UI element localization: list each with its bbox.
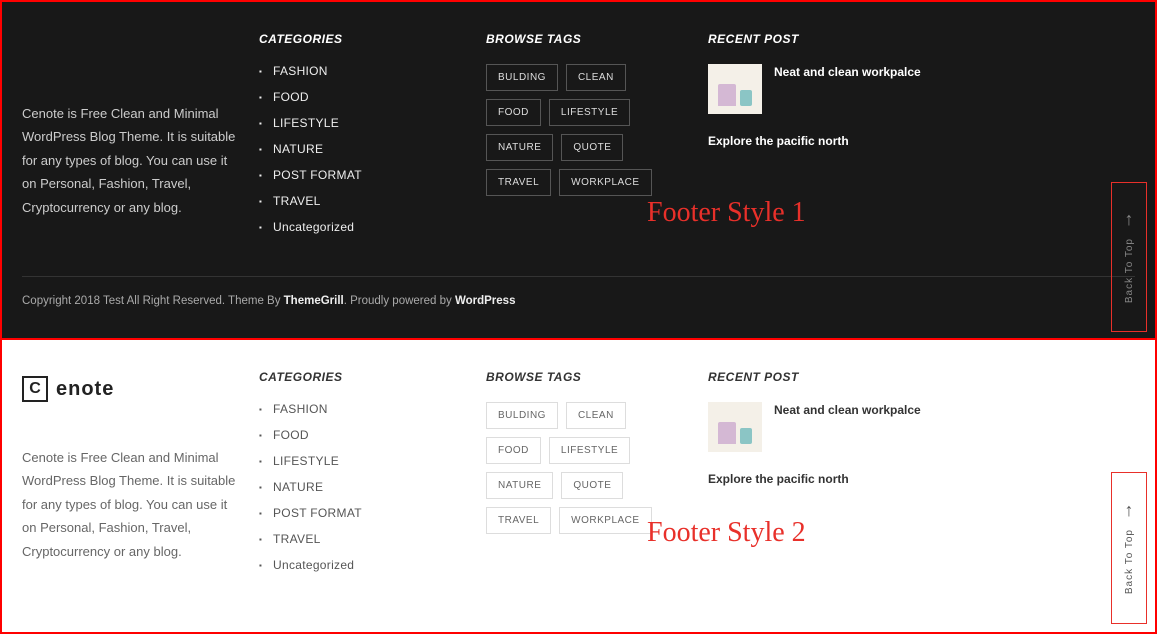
tag-link[interactable]: QUOTE: [561, 472, 623, 499]
tag-link[interactable]: BULDING: [486, 402, 558, 429]
about-column: C enote Cenote is Free Clean and Minimal…: [22, 370, 237, 584]
tag-link[interactable]: QUOTE: [561, 134, 623, 161]
categories-column: CATEGORIES FASHION FOOD LIFESTYLE NATURE…: [259, 370, 464, 584]
tag-link[interactable]: TRAVEL: [486, 169, 551, 196]
category-item[interactable]: NATURE: [259, 480, 464, 494]
about-column: Cenote is Free Clean and Minimal WordPre…: [22, 32, 237, 246]
tag-link[interactable]: CLEAN: [566, 64, 626, 91]
post-thumbnail: [708, 64, 762, 114]
back-to-top-button[interactable]: ↑ Back To Top: [1111, 472, 1147, 624]
recent-title: RECENT POST: [708, 32, 958, 46]
tag-link[interactable]: TRAVEL: [486, 507, 551, 534]
post-title: Neat and clean workpalce: [774, 64, 921, 81]
post-title: Neat and clean workpalce: [774, 402, 921, 419]
back-to-top-label: Back To Top: [1124, 238, 1135, 303]
tag-link[interactable]: FOOD: [486, 99, 541, 126]
category-item[interactable]: Uncategorized: [259, 558, 464, 572]
tags-column: BROWSE TAGS BULDING CLEAN FOOD LIFESTYLE…: [486, 370, 686, 584]
arrow-up-icon: ↑: [1125, 501, 1134, 519]
category-item[interactable]: POST FORMAT: [259, 168, 464, 182]
about-text: Cenote is Free Clean and Minimal WordPre…: [22, 102, 237, 219]
category-item[interactable]: Uncategorized: [259, 220, 464, 234]
post-title[interactable]: Explore the pacific north: [708, 134, 958, 148]
logo-placeholder: [22, 32, 237, 102]
tag-link[interactable]: CLEAN: [566, 402, 626, 429]
tag-link[interactable]: FOOD: [486, 437, 541, 464]
footer-style-2: C enote Cenote is Free Clean and Minimal…: [2, 340, 1155, 632]
recent-column: RECENT POST Neat and clean workpalce Exp…: [708, 370, 958, 584]
copyright-text: Copyright 2018 Test All Right Reserved. …: [22, 295, 1135, 307]
tag-link[interactable]: LIFESTYLE: [549, 437, 630, 464]
categories-list: FASHION FOOD LIFESTYLE NATURE POST FORMA…: [259, 64, 464, 234]
categories-list: FASHION FOOD LIFESTYLE NATURE POST FORMA…: [259, 402, 464, 572]
about-text: Cenote is Free Clean and Minimal WordPre…: [22, 446, 237, 563]
categories-title: CATEGORIES: [259, 370, 464, 384]
footer-style-1: Cenote is Free Clean and Minimal WordPre…: [2, 2, 1155, 340]
category-item[interactable]: POST FORMAT: [259, 506, 464, 520]
recent-column: RECENT POST Neat and clean workpalce Exp…: [708, 32, 958, 246]
category-item[interactable]: FOOD: [259, 428, 464, 442]
tag-link[interactable]: LIFESTYLE: [549, 99, 630, 126]
arrow-up-icon: ↑: [1125, 210, 1134, 228]
category-item[interactable]: LIFESTYLE: [259, 454, 464, 468]
tags-title: BROWSE TAGS: [486, 32, 686, 46]
tags-title: BROWSE TAGS: [486, 370, 686, 384]
categories-column: CATEGORIES FASHION FOOD LIFESTYLE NATURE…: [259, 32, 464, 246]
themegrill-link[interactable]: ThemeGrill: [284, 295, 344, 307]
site-logo[interactable]: C enote: [22, 376, 237, 402]
recent-post-item[interactable]: Neat and clean workpalce: [708, 402, 958, 452]
tag-link[interactable]: WORKPLACE: [559, 169, 651, 196]
footer-divider: [22, 276, 1135, 277]
recent-title: RECENT POST: [708, 370, 958, 384]
wordpress-link[interactable]: WordPress: [455, 295, 516, 307]
back-to-top-label: Back To Top: [1124, 529, 1135, 594]
post-title[interactable]: Explore the pacific north: [708, 472, 958, 486]
tag-link[interactable]: NATURE: [486, 472, 553, 499]
categories-title: CATEGORIES: [259, 32, 464, 46]
category-item[interactable]: LIFESTYLE: [259, 116, 464, 130]
recent-post-item[interactable]: Neat and clean workpalce: [708, 64, 958, 114]
category-item[interactable]: TRAVEL: [259, 194, 464, 208]
logo-text: enote: [56, 378, 114, 401]
tag-link[interactable]: NATURE: [486, 134, 553, 161]
category-item[interactable]: FASHION: [259, 402, 464, 416]
category-item[interactable]: NATURE: [259, 142, 464, 156]
back-to-top-button[interactable]: ↑ Back To Top: [1111, 182, 1147, 332]
logo-icon: C: [22, 376, 48, 402]
category-item[interactable]: FOOD: [259, 90, 464, 104]
tags-column: BROWSE TAGS BULDING CLEAN FOOD LIFESTYLE…: [486, 32, 686, 246]
post-thumbnail: [708, 402, 762, 452]
category-item[interactable]: TRAVEL: [259, 532, 464, 546]
tag-link[interactable]: BULDING: [486, 64, 558, 91]
tag-link[interactable]: WORKPLACE: [559, 507, 651, 534]
category-item[interactable]: FASHION: [259, 64, 464, 78]
